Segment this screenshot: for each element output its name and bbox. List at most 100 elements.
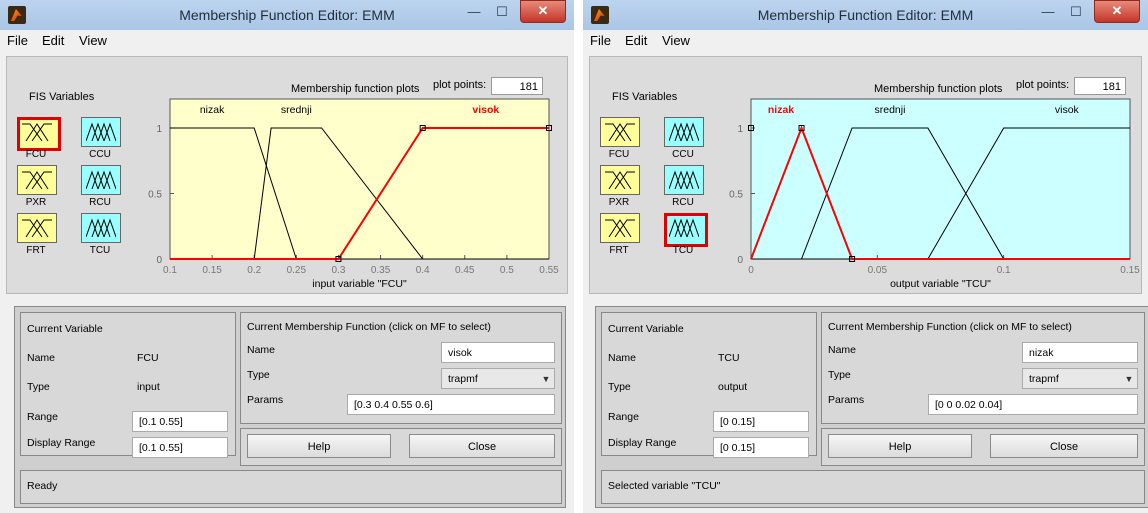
- mf-label-srednji: srednji: [874, 104, 905, 116]
- fis-variable-ccu[interactable]: [664, 117, 704, 147]
- status-text: Selected variable "TCU": [608, 480, 721, 492]
- y-tick-label: 1: [737, 124, 743, 135]
- mf-editor-window-tcu: Membership Function Editor: EMM — ☐ ✕ Fi…: [583, 0, 1148, 513]
- fis-variable-label: PXR: [25, 197, 47, 208]
- fis-variable-label: TCU: [89, 245, 111, 256]
- button-box: Help Close: [821, 428, 1145, 466]
- cv-type-value: output: [718, 381, 748, 393]
- menu-view[interactable]: View: [662, 33, 690, 48]
- cv-type-label: Type: [608, 381, 631, 393]
- fis-variable-label: FCU: [25, 149, 47, 160]
- fis-variable-frt[interactable]: [17, 213, 57, 243]
- fis-variable-label: CCU: [672, 149, 694, 160]
- fis-variable-label: RCU: [89, 197, 111, 208]
- cv-display-range-label: Display Range: [608, 437, 677, 449]
- chevron-down-icon[interactable]: ▼: [1121, 369, 1137, 388]
- fis-variable-label: CCU: [89, 149, 111, 160]
- mf-label-nizak: nizak: [768, 104, 794, 116]
- current-mf-box: Current Membership Function (click on MF…: [240, 312, 562, 424]
- maximize-icon[interactable]: ☐: [1062, 2, 1090, 22]
- mf-label-visok: visok: [1055, 104, 1080, 116]
- status-bar: Ready: [20, 470, 562, 504]
- fis-variable-pxr[interactable]: [600, 165, 640, 195]
- x-tick-label: 0.55: [539, 265, 559, 276]
- x-tick-label: 0.35: [371, 265, 391, 276]
- mf-name-field[interactable]: nizak: [1022, 342, 1138, 363]
- mf-name-label: Name: [247, 344, 276, 356]
- x-tick-label: 0: [748, 265, 754, 276]
- mf-shape-icon: [22, 219, 52, 238]
- fis-variable-rcu[interactable]: [664, 165, 704, 195]
- menu-edit[interactable]: Edit: [42, 33, 64, 48]
- y-tick-label: 0: [737, 255, 743, 266]
- current-variable-header: Current Variable: [608, 323, 684, 335]
- mf-type-value: trapmf: [448, 373, 478, 385]
- menu-file[interactable]: File: [7, 33, 28, 48]
- chevron-down-icon[interactable]: ▼: [538, 369, 554, 388]
- menu-bar: File Edit View: [0, 30, 574, 52]
- mf-shape-icon: [86, 218, 116, 238]
- mf-type-value: trapmf: [1029, 373, 1059, 385]
- minimize-icon[interactable]: —: [1034, 2, 1062, 22]
- menu-view[interactable]: View: [79, 33, 107, 48]
- mf-shape-icon: [669, 170, 699, 190]
- current-mf-box: Current Membership Function (click on MF…: [821, 312, 1145, 424]
- fis-variable-tcu[interactable]: [81, 213, 121, 243]
- mf-label-srednji: srednji: [281, 104, 312, 116]
- status-text: Ready: [27, 480, 58, 492]
- current-mf-header: Current Membership Function (click on MF…: [828, 321, 1072, 333]
- fis-variable-fcu[interactable]: [17, 117, 61, 151]
- display-range-field[interactable]: [0.1 0.55]: [132, 437, 228, 458]
- current-mf-header: Current Membership Function (click on MF…: [247, 321, 491, 333]
- display-range-field[interactable]: [0 0.15]: [713, 437, 809, 458]
- close-window-icon[interactable]: ✕: [520, 0, 566, 23]
- x-tick-label: 0.25: [287, 265, 307, 276]
- close-window-icon[interactable]: ✕: [1094, 0, 1140, 23]
- fis-variable-tcu[interactable]: [664, 213, 708, 247]
- mf-params-label: Params: [247, 394, 284, 406]
- mf-name-label: Name: [828, 344, 857, 356]
- current-variable-header: Current Variable: [27, 323, 103, 335]
- plot-area: [169, 98, 550, 260]
- mf-type-dropdown[interactable]: trapmf ▼: [1022, 368, 1138, 389]
- fis-variable-fcu[interactable]: [600, 117, 640, 147]
- close-button[interactable]: Close: [409, 434, 555, 458]
- fis-variable-label: TCU: [672, 245, 694, 256]
- title-bar[interactable]: Membership Function Editor: EMM — ☐ ✕: [583, 0, 1148, 30]
- mf-params-field[interactable]: [0.3 0.4 0.55 0.6]: [347, 394, 555, 415]
- menu-file[interactable]: File: [590, 33, 611, 48]
- help-button[interactable]: Help: [828, 434, 972, 458]
- fis-variable-rcu[interactable]: [81, 165, 121, 195]
- fis-variable-pxr[interactable]: [17, 165, 57, 195]
- close-button[interactable]: Close: [990, 434, 1138, 458]
- mf-type-label: Type: [247, 369, 270, 381]
- fis-variable-ccu[interactable]: [81, 117, 121, 147]
- title-bar[interactable]: Membership Function Editor: EMM — ☐ ✕: [0, 0, 574, 30]
- x-tick-label: 0.45: [455, 265, 475, 276]
- mf-type-dropdown[interactable]: trapmf ▼: [441, 368, 555, 389]
- range-field[interactable]: [0 0.15]: [713, 411, 809, 432]
- menu-edit[interactable]: Edit: [625, 33, 647, 48]
- minimize-icon[interactable]: —: [460, 2, 488, 22]
- x-tick-label: 0.1: [163, 265, 177, 276]
- y-tick-label: 0.5: [729, 190, 743, 201]
- fis-variable-label: RCU: [672, 197, 694, 208]
- plot-panel: FIS Variables Membership function plots …: [6, 56, 568, 294]
- cv-name-value: TCU: [718, 352, 740, 364]
- range-field[interactable]: [0.1 0.55]: [132, 411, 228, 432]
- status-bar: Selected variable "TCU": [601, 470, 1145, 504]
- mf-type-label: Type: [828, 369, 851, 381]
- mf-params-field[interactable]: [0 0 0.02 0.04]: [928, 394, 1138, 415]
- y-tick-label: 0.5: [148, 190, 162, 201]
- mf-label-nizak: nizak: [200, 104, 225, 116]
- fis-variable-label: PXR: [608, 197, 630, 208]
- maximize-icon[interactable]: ☐: [488, 2, 516, 22]
- mf-shape-icon: [669, 122, 699, 142]
- fis-variable-frt[interactable]: [600, 213, 640, 243]
- x-axis-label: input variable "FCU": [312, 278, 407, 290]
- help-button[interactable]: Help: [247, 434, 391, 458]
- cv-type-value: input: [137, 381, 160, 393]
- mf-name-field[interactable]: visok: [441, 342, 555, 363]
- plot-area: [750, 98, 1131, 260]
- cv-name-label: Name: [27, 352, 56, 364]
